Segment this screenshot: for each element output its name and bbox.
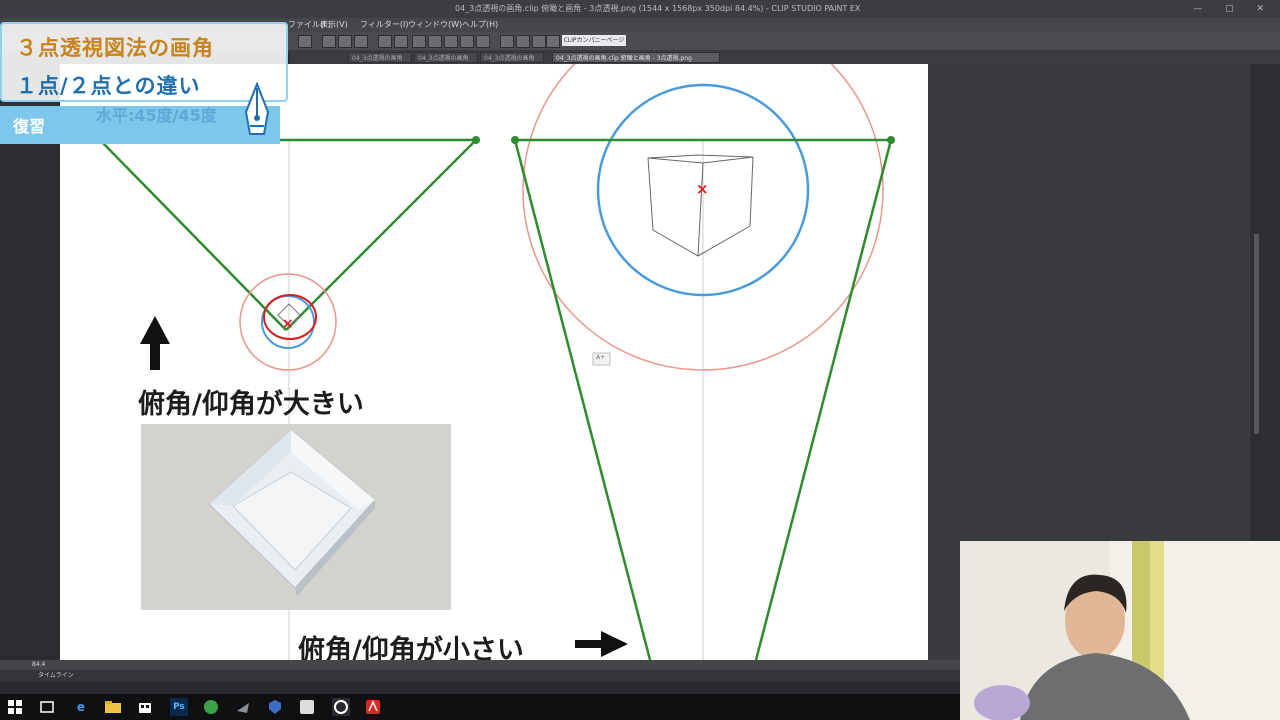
lesson-subtitle: １点/２点との違い — [16, 74, 201, 98]
edge-icon[interactable]: e — [72, 698, 90, 716]
app-icon[interactable] — [266, 698, 284, 716]
lesson-title: ３点透視図法の画角 — [16, 36, 214, 60]
center-x-mark: × — [282, 316, 294, 332]
timeline-label[interactable]: タイムライン — [38, 671, 74, 681]
app-icon[interactable] — [234, 698, 252, 716]
perspective-line — [285, 139, 477, 331]
toolbar-button[interactable] — [394, 35, 408, 48]
windows-taskbar: e Ps — [0, 694, 960, 720]
clip-studio-icon[interactable] — [332, 698, 350, 716]
cube-top-face — [647, 154, 754, 164]
acrobat-icon[interactable] — [364, 698, 382, 716]
cube-edge — [697, 162, 704, 257]
toolbar-button[interactable] — [532, 35, 546, 48]
perspective-line — [513, 139, 652, 660]
toolbar-button[interactable] — [412, 35, 426, 48]
vertical-scrollbar[interactable] — [1252, 64, 1262, 564]
perspective-line — [754, 139, 893, 660]
windows-start-icon[interactable] — [6, 698, 24, 716]
toolbar-button[interactable] — [476, 35, 490, 48]
webcam-inset — [960, 541, 1280, 720]
toolbar-button[interactable] — [354, 35, 368, 48]
box-image — [208, 429, 376, 596]
cursor-tooltip-text: A+ — [596, 354, 606, 361]
left-dock — [0, 140, 60, 660]
review-label: 復習 — [13, 117, 46, 136]
toolbar-button[interactable] — [322, 35, 336, 48]
menu-window[interactable]: ウィンドウ(W) — [408, 18, 462, 32]
task-view-icon[interactable] — [38, 698, 56, 716]
fountain-pen-icon — [244, 82, 270, 135]
tab-document[interactable]: 04_3点透視の画角 — [480, 52, 544, 63]
toolbar-button[interactable] — [428, 35, 442, 48]
tab-document-active[interactable]: 04_3点透視の画角.clip 俯瞰と画角 - 3点透視.png — [552, 52, 720, 63]
timeline-panel: タイムライン — [0, 670, 960, 682]
menu-filter[interactable]: フィルター(I) — [360, 18, 408, 32]
lesson-title-card: ３点透視図法の画角 １点/２点との違い 水平:45度/45度 復習 — [0, 22, 288, 144]
zoom-value[interactable]: 84.4 — [32, 660, 45, 670]
store-icon[interactable] — [136, 698, 154, 716]
app-icon[interactable] — [202, 698, 220, 716]
document-tabs: 04_3点透視の画角 04_3点透視の画角 04_3点透視の画角 04_3点透視… — [290, 51, 1280, 64]
toolbar-button[interactable] — [444, 35, 458, 48]
photoshop-icon[interactable]: Ps — [170, 698, 188, 716]
homepage-button[interactable]: CLIPカンパニーページ — [562, 35, 626, 46]
toolbar-button[interactable] — [298, 35, 312, 48]
timeline-track — [0, 682, 960, 694]
ghost-text: 水平:45度/45度 — [96, 106, 217, 125]
center-x-mark: × — [696, 180, 709, 198]
file-explorer-icon[interactable] — [104, 698, 122, 716]
tab-document[interactable]: 04_3点透視の画角 — [414, 52, 478, 63]
toolbar-button[interactable] — [460, 35, 474, 48]
window-title: 04_3点透視の画角.clip 俯瞰と画角 - 3点透視.png (1544 x… — [455, 4, 861, 13]
toolbar-button[interactable] — [500, 35, 514, 48]
toolbar-button[interactable] — [516, 35, 530, 48]
toolbar-button[interactable] — [546, 35, 560, 48]
scrollbar-thumb[interactable] — [1254, 234, 1259, 434]
box-reference-photo — [141, 424, 451, 610]
up-arrow-icon — [140, 316, 170, 370]
presenter-video — [960, 541, 1280, 720]
toolbar-button[interactable] — [378, 35, 392, 48]
toolbar-button[interactable] — [338, 35, 352, 48]
status-bar: 84.4 — [0, 660, 960, 670]
window-controls[interactable]: — ▢ ✕ — [1193, 0, 1274, 18]
menu-view[interactable]: 表示(V) — [320, 18, 348, 32]
app-icon[interactable] — [298, 698, 316, 716]
vanishing-point — [472, 136, 480, 144]
right-arrow-icon — [575, 631, 628, 657]
label-large-angle: 俯角/仰角が大きい — [138, 389, 364, 420]
tab-document[interactable]: 04_3点透視の画角 — [348, 52, 412, 63]
title-bar: 04_3点透視の画角.clip 俯瞰と画角 - 3点透視.png (1544 x… — [0, 0, 1280, 18]
perspective-line — [99, 139, 287, 331]
menu-help[interactable]: ヘルプ(H) — [462, 18, 498, 32]
